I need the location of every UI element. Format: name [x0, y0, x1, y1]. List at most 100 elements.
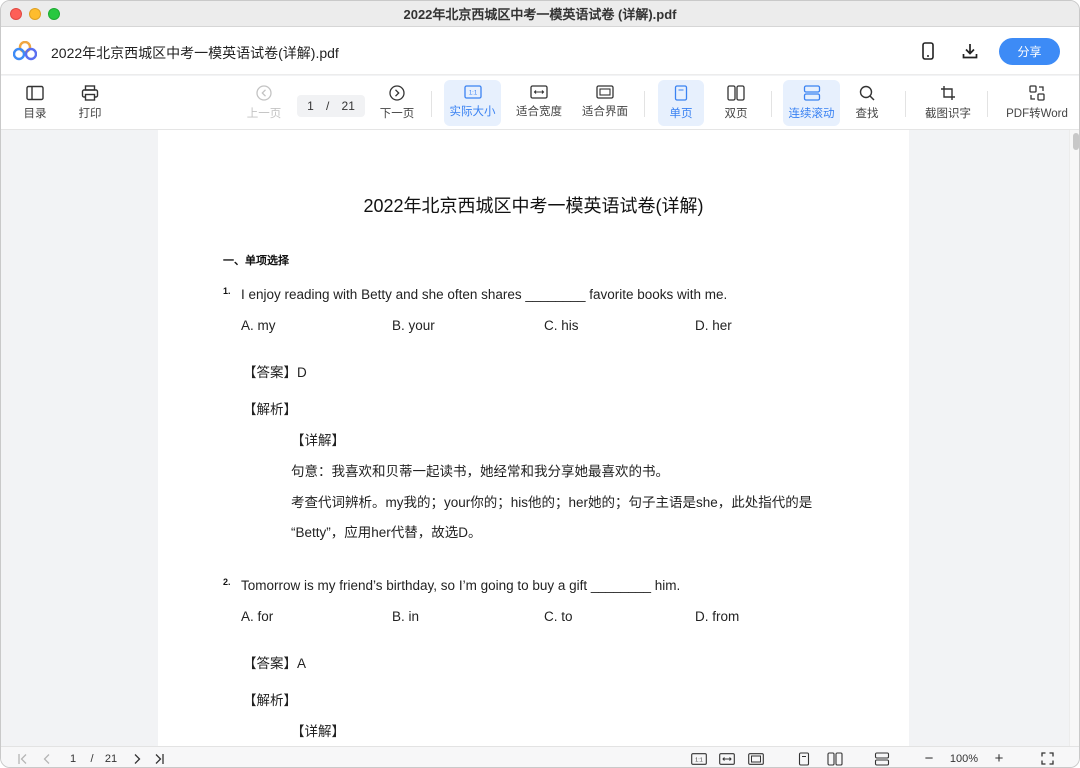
total-pages: 21 [341, 99, 355, 113]
explanation-line: 句意：我喜欢和贝蒂一起读书，她经常和我分享她最喜欢的书。 [291, 464, 669, 479]
app-window: 2022年北京西城区中考一模英语试卷 (详解).pdf 2022年北京西城区中考… [0, 0, 1080, 768]
pdf-to-word-label: PDF转Word [1006, 108, 1068, 120]
option-d: D. from [695, 609, 740, 624]
find-button[interactable]: 查找 [847, 80, 887, 126]
option-c: C. his [544, 318, 579, 333]
status-page-separator: / [90, 752, 94, 765]
last-page-icon[interactable] [151, 750, 167, 767]
continuous-scroll-icon[interactable] [872, 750, 892, 767]
fullscreen-icon[interactable] [1038, 750, 1056, 767]
ocr-label: 截图识字 [925, 108, 971, 120]
fit-width-button[interactable]: 适合宽度 [513, 80, 565, 126]
next-page-label: 下一页 [379, 108, 415, 120]
status-current-page[interactable]: 1 [65, 750, 81, 767]
toolbar: 目录 打印 上一页 1 / 21 下一页 1:1 实际大小 适合宽度 适合界面 … [1, 76, 1079, 130]
printer-icon [81, 85, 99, 101]
continuous-scroll-label: 连续滚动 [788, 108, 835, 120]
document-viewport[interactable]: 2022年北京西城区中考一模英语试卷(详解) 一、单项选择 1. I enjoy… [1, 130, 1079, 746]
double-page-icon [727, 85, 745, 101]
fit-width-icon [530, 85, 548, 99]
fit-page-icon [596, 85, 614, 99]
explanation-line: 考查代词辨析。my我的；your你的；his他的；her她的；句子主语是she，… [291, 495, 813, 510]
single-page-icon [674, 85, 688, 101]
detail-heading: 【详解】 [291, 724, 345, 739]
toolbar-divider [431, 91, 432, 117]
window-controls [10, 8, 60, 20]
fit-width-label: 适合宽度 [516, 106, 562, 118]
chevron-left-circle-icon [256, 85, 272, 101]
option-a: A. for [241, 609, 274, 624]
document-heading: 2022年北京西城区中考一模英语试卷(详解) [363, 196, 704, 216]
convert-icon [1029, 85, 1045, 101]
sidebar-icon [26, 85, 44, 101]
continuous-scroll-icon [803, 85, 820, 101]
toolbar-divider [644, 91, 645, 117]
page-separator: / [325, 99, 330, 113]
zoom-in-button[interactable]: + [991, 750, 1007, 767]
explanation-line: “Betty”，应用her代替，故选D。 [291, 525, 482, 540]
toolbar-divider [987, 91, 988, 117]
current-page: 1 [307, 99, 314, 113]
toolbar-divider [771, 91, 772, 117]
fit-page-icon[interactable] [746, 750, 766, 767]
option-b: B. in [392, 609, 420, 624]
minimize-window-button[interactable] [29, 8, 41, 20]
actual-size-label: 实际大小 [449, 106, 496, 118]
question-number: 1. [223, 286, 231, 296]
single-page-icon[interactable] [795, 750, 813, 767]
document-title: 2022年北京西城区中考一模英语试卷(详解).pdf [51, 45, 339, 61]
question-text: Tomorrow is my friend’s birthday, so I’m… [241, 578, 681, 593]
analysis-heading: 【解析】 [243, 693, 297, 708]
option-b: B. your [392, 318, 435, 333]
actual-size-icon[interactable]: 1:1 [689, 750, 709, 767]
toc-button[interactable]: 目录 [17, 80, 53, 126]
actual-size-icon: 1:1 [463, 85, 482, 99]
pdf-to-word-button[interactable]: PDF转Word [1003, 80, 1071, 126]
single-page-label: 单页 [669, 108, 693, 120]
page-number-input[interactable]: 1 / 21 [297, 95, 365, 117]
app-logo-icon [13, 41, 37, 61]
analysis-heading: 【解析】 [243, 402, 297, 417]
option-c: C. to [544, 609, 573, 624]
answer-line: 【答案】A [243, 656, 307, 671]
maximize-window-button[interactable] [48, 8, 60, 20]
option-d: D. her [695, 318, 732, 333]
actual-size-button[interactable]: 1:1 实际大小 [444, 80, 501, 126]
zoom-out-button[interactable]: − [921, 750, 937, 767]
fit-page-button[interactable]: 适合界面 [579, 80, 631, 126]
share-button[interactable]: 分享 [999, 38, 1060, 65]
pdf-page: 2022年北京西城区中考一模英语试卷(详解) 一、单项选择 1. I enjoy… [158, 130, 909, 746]
download-icon[interactable] [959, 40, 981, 62]
chevron-right-circle-icon [389, 85, 405, 101]
question-text: I enjoy reading with Betty and she often… [241, 287, 728, 302]
previous-page-icon[interactable] [39, 750, 55, 767]
double-page-button[interactable]: 双页 [714, 80, 758, 126]
ocr-button[interactable]: 截图识字 [921, 80, 975, 126]
find-label: 查找 [855, 108, 879, 120]
close-window-button[interactable] [10, 8, 22, 20]
fit-width-icon[interactable] [717, 750, 737, 767]
search-icon [859, 85, 875, 101]
vertical-scrollbar[interactable] [1069, 130, 1079, 746]
svg-text:1:1: 1:1 [468, 91, 477, 97]
mobile-device-icon[interactable] [917, 40, 939, 62]
print-label: 打印 [78, 108, 102, 120]
next-page-button[interactable]: 下一页 [377, 80, 417, 126]
double-page-label: 双页 [724, 108, 748, 120]
print-button[interactable]: 打印 [72, 80, 108, 126]
continuous-scroll-button[interactable]: 连续滚动 [783, 80, 840, 126]
answer-line: 【答案】D [243, 365, 307, 380]
title-bar: 2022年北京西城区中考一模英语试卷 (详解).pdf [1, 1, 1079, 27]
first-page-icon[interactable] [15, 750, 31, 767]
double-page-icon[interactable] [825, 750, 845, 767]
prev-page-button[interactable]: 上一页 [244, 80, 284, 126]
scroll-thumb[interactable] [1073, 133, 1079, 150]
next-page-icon[interactable] [129, 750, 145, 767]
prev-page-label: 上一页 [246, 108, 282, 120]
question-number: 2. [223, 577, 231, 587]
single-page-button[interactable]: 单页 [658, 80, 704, 126]
zoom-level[interactable]: 100% [946, 750, 982, 767]
window-title: 2022年北京西城区中考一模英语试卷 (详解).pdf [403, 7, 677, 22]
toolbar-divider [905, 91, 906, 117]
toc-label: 目录 [23, 108, 47, 120]
